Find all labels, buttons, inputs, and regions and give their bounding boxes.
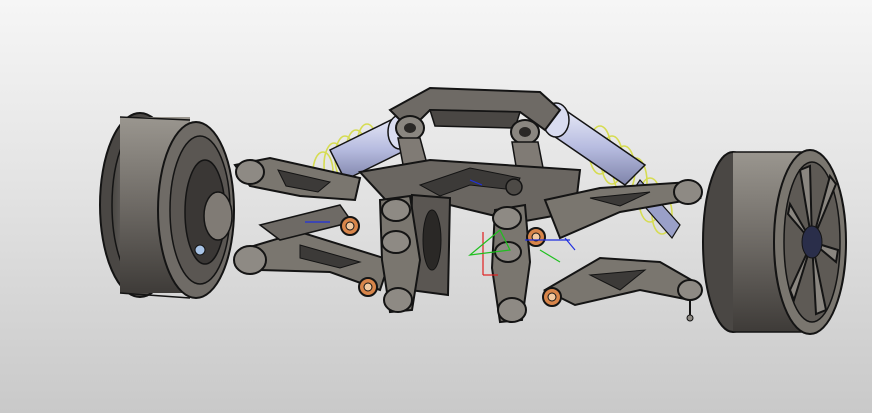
bolt-left-lower bbox=[358, 277, 378, 297]
bolt-right-lower bbox=[542, 287, 562, 307]
suspension-assembly-model[interactable] bbox=[0, 0, 872, 413]
bolt-right-upper bbox=[526, 227, 546, 247]
right-upright-knuckle[interactable] bbox=[490, 203, 532, 324]
left-wheel[interactable] bbox=[99, 112, 235, 299]
right-wheel[interactable] bbox=[702, 149, 847, 335]
cad-graphics-viewport[interactable] bbox=[0, 0, 872, 413]
right-lower-control-arm[interactable] bbox=[542, 256, 703, 322]
bolt-left-upper bbox=[340, 216, 360, 236]
